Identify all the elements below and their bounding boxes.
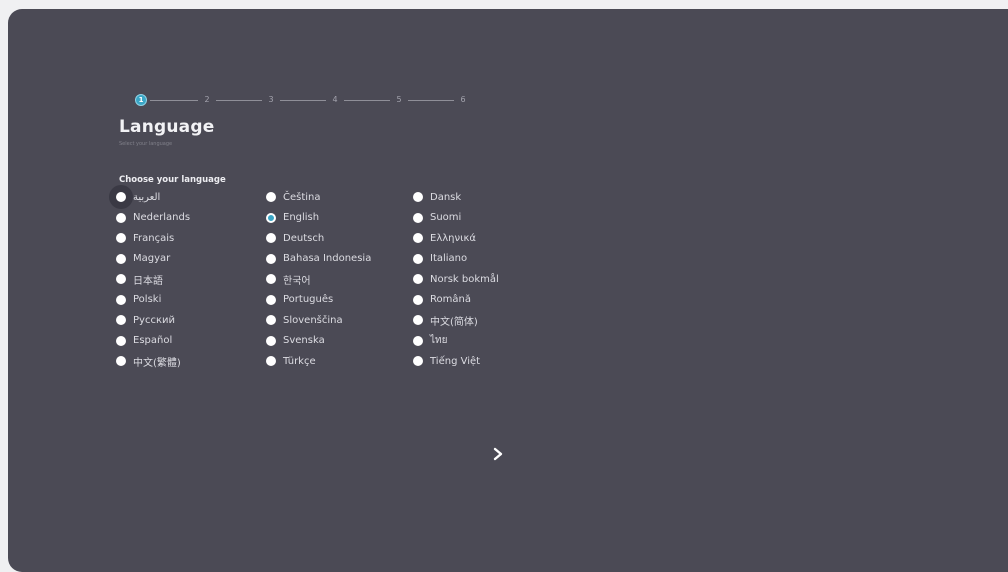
language-option[interactable]: English: [266, 209, 319, 227]
language-radio[interactable]: [266, 212, 276, 223]
language-label: Deutsch: [283, 232, 325, 244]
language-label: English: [283, 212, 320, 223]
language-radio[interactable]: [413, 233, 423, 243]
step-connector: [344, 99, 390, 101]
language-radio[interactable]: [413, 192, 423, 202]
language-radio[interactable]: [413, 253, 423, 264]
language-radio[interactable]: [413, 274, 423, 284]
language-radio[interactable]: [116, 356, 126, 366]
language-radio[interactable]: [413, 315, 423, 325]
step-4: 4: [332, 95, 338, 104]
language-label: Bahasa Indonesia: [283, 253, 372, 264]
language-radio[interactable]: [413, 335, 423, 346]
language-radio[interactable]: [116, 233, 126, 243]
language-label: Türkçe: [283, 355, 316, 367]
page-title: Language: [119, 117, 215, 137]
language-radio[interactable]: [266, 233, 276, 243]
language-label: Dansk: [430, 191, 462, 203]
step-connector: [280, 99, 326, 101]
language-option[interactable]: ไทย: [413, 332, 447, 350]
language-label: Español: [133, 335, 173, 346]
language-radio[interactable]: [413, 212, 423, 223]
language-radio[interactable]: [266, 274, 276, 284]
language-label: Tiếng Việt: [430, 355, 481, 367]
language-option[interactable]: Čeština: [266, 188, 321, 206]
language-option[interactable]: 한국어: [266, 270, 311, 288]
language-radio[interactable]: [266, 335, 276, 346]
language-option[interactable]: Español: [116, 332, 172, 350]
language-option[interactable]: العربية: [109, 185, 161, 209]
language-option[interactable]: Português: [266, 291, 333, 309]
step-6: 6: [460, 95, 466, 104]
language-label: Nederlands: [133, 212, 191, 223]
language-option[interactable]: Ελληνικά: [413, 229, 476, 247]
language-label: Magyar: [133, 253, 171, 264]
language-label: العربية: [133, 191, 161, 203]
page-subtitle: Select your language: [119, 141, 173, 147]
language-option[interactable]: Română: [413, 291, 471, 309]
language-option[interactable]: Magyar: [116, 250, 170, 268]
language-radio[interactable]: [116, 335, 126, 346]
language-radio[interactable]: [266, 253, 276, 264]
language-label: Polski: [133, 294, 162, 305]
language-label: 한국어: [283, 275, 311, 287]
language-label: 中文(简体): [430, 316, 478, 328]
language-label: Italiano: [430, 253, 468, 264]
language-option[interactable]: Türkçe: [266, 352, 316, 370]
language-option[interactable]: Suomi: [413, 209, 461, 227]
language-radio[interactable]: [266, 315, 276, 325]
language-option[interactable]: Slovenščina: [266, 311, 343, 329]
language-option[interactable]: Italiano: [413, 250, 467, 268]
language-label: 中文(繁體): [133, 357, 181, 369]
language-radio[interactable]: [116, 294, 126, 305]
language-option[interactable]: Norsk bokmål: [413, 270, 499, 288]
step-connector: [216, 99, 262, 101]
language-section-label: Choose your language: [119, 175, 226, 185]
chevron-right-icon: [493, 447, 503, 461]
language-radio[interactable]: [413, 294, 423, 305]
step-3: 3: [268, 95, 274, 104]
language-option[interactable]: 日本語: [116, 270, 163, 288]
language-radio[interactable]: [266, 356, 276, 366]
language-label: Svenska: [283, 335, 325, 346]
next-button[interactable]: [487, 443, 509, 465]
language-radio[interactable]: [266, 192, 276, 202]
language-option[interactable]: Polski: [116, 291, 161, 309]
language-label: Čeština: [283, 191, 321, 203]
language-label: Norsk bokmål: [430, 273, 499, 285]
step-indicator: 1 2 3 4 5 6: [135, 93, 469, 107]
language-radio[interactable]: [116, 192, 126, 202]
language-label: 日本語: [133, 275, 163, 287]
language-label: Ελληνικά: [430, 232, 476, 244]
step-2: 2: [204, 95, 210, 104]
language-radio[interactable]: [116, 212, 126, 223]
step-connector: [150, 99, 198, 101]
language-option[interactable]: Bahasa Indonesia: [266, 250, 371, 268]
language-label: ไทย: [430, 335, 448, 346]
language-label: Slovenščina: [283, 314, 343, 326]
language-option[interactable]: Tiếng Việt: [413, 352, 480, 370]
language-label: Română: [430, 294, 471, 305]
language-option[interactable]: Русский: [116, 311, 175, 329]
step-5: 5: [396, 95, 402, 104]
language-option[interactable]: Nederlands: [116, 209, 190, 227]
language-radio[interactable]: [116, 315, 126, 325]
language-label: Français: [133, 232, 175, 244]
language-radio[interactable]: [413, 356, 423, 366]
language-option[interactable]: Deutsch: [266, 229, 324, 247]
language-radio[interactable]: [116, 274, 126, 284]
language-label: Português: [283, 294, 334, 305]
language-option[interactable]: 中文(繁體): [116, 352, 181, 370]
language-option[interactable]: 中文(简体): [413, 311, 478, 329]
language-radio[interactable]: [266, 294, 276, 305]
language-label: Русский: [133, 314, 175, 326]
language-radio[interactable]: [116, 253, 126, 264]
language-option[interactable]: Français: [116, 229, 174, 247]
language-option[interactable]: Dansk: [413, 188, 461, 206]
step-1-current: 1: [135, 94, 147, 106]
language-label: Suomi: [430, 212, 462, 223]
step-connector: [408, 99, 454, 101]
language-option[interactable]: Svenska: [266, 332, 325, 350]
